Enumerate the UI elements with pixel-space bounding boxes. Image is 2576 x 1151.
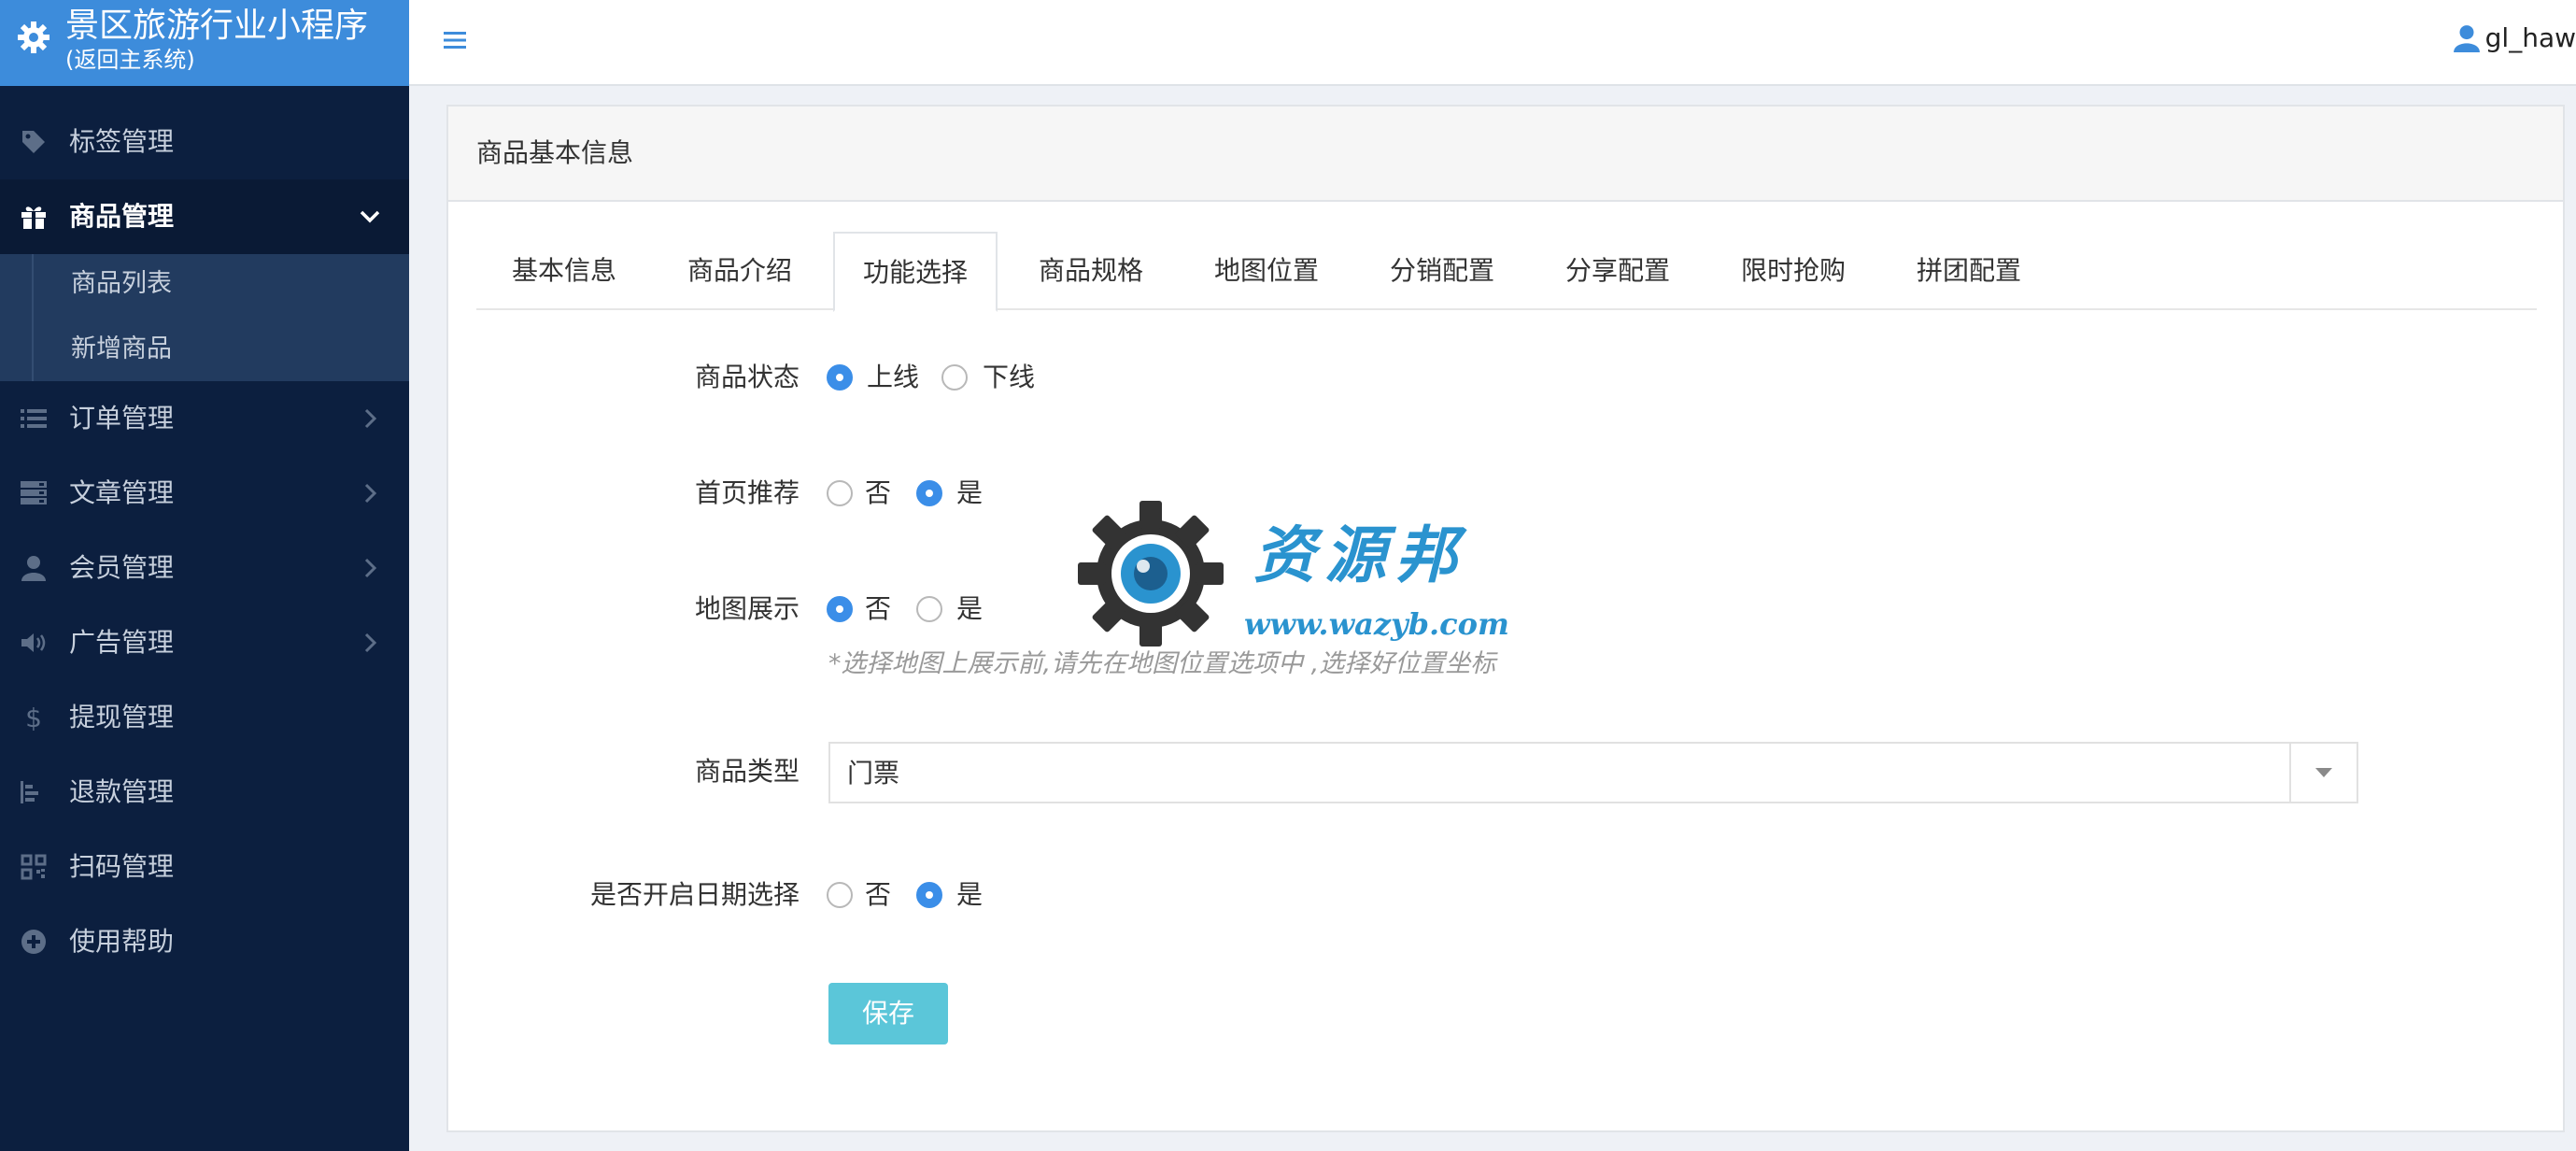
status-offline-radio[interactable] — [941, 364, 968, 391]
submenu-line — [32, 254, 34, 381]
sidebar-item-withdraw[interactable]: $ 提现管理 — [0, 680, 409, 755]
sidebar-item-ads[interactable]: 广告管理 — [0, 605, 409, 680]
map-display-yes-label[interactable]: 是 — [956, 592, 983, 626]
user-menu[interactable]: gl_haw — [2453, 22, 2576, 53]
sidebar-item-articles[interactable]: 文章管理 — [0, 456, 409, 531]
date-select-no-radio[interactable] — [827, 882, 853, 908]
plus-circle-icon — [19, 927, 49, 957]
chevron-down-icon — [360, 210, 380, 223]
brand-header[interactable]: 景区旅游行业小程序 (返回主系统) — [0, 0, 409, 86]
chevron-right-icon — [364, 483, 377, 504]
sidebar-item-help[interactable]: 使用帮助 — [0, 904, 409, 979]
map-display-no-label[interactable]: 否 — [865, 592, 891, 626]
sidebar-item-label: 标签管理 — [69, 126, 175, 157]
sidebar-item-label: 广告管理 — [69, 627, 175, 658]
brand-subtitle-link[interactable]: (返回主系统) — [65, 47, 195, 73]
gift-icon — [19, 202, 49, 232]
watermark-text: 资源邦 — [1253, 519, 1466, 591]
sidebar-item-products[interactable]: 商品管理 — [0, 179, 409, 254]
user-icon — [2453, 24, 2480, 52]
product-type-value: 门票 — [847, 758, 900, 789]
sidebar-item-members[interactable]: 会员管理 — [0, 531, 409, 605]
product-type-label: 商品类型 — [695, 756, 800, 787]
map-display-hint: *选择地图上展示前,请先在地图位置选项中 ,选择好位置坐标 — [828, 649, 1496, 678]
map-display-yes-radio[interactable] — [916, 596, 942, 622]
tab-map-location[interactable]: 地图位置 — [1179, 232, 1354, 310]
server-icon — [19, 478, 49, 508]
volume-icon — [19, 628, 49, 658]
tab-product-spec[interactable]: 商品规格 — [1003, 232, 1179, 310]
date-select-no-label[interactable]: 否 — [865, 878, 891, 912]
status-online-radio[interactable] — [827, 364, 853, 391]
tab-basic-info[interactable]: 基本信息 — [476, 232, 652, 310]
watermark-gear-icon — [1078, 501, 1224, 647]
tag-icon — [19, 127, 49, 157]
chevron-right-icon — [364, 408, 377, 429]
tab-product-intro[interactable]: 商品介绍 — [652, 232, 828, 310]
status-online-label[interactable]: 上线 — [867, 361, 919, 394]
sidebar-item-label: 使用帮助 — [69, 926, 175, 957]
submenu-item-add-product[interactable]: 新增商品 — [71, 333, 172, 366]
watermark-url: www.wazyb.com — [1244, 606, 1509, 642]
chevron-right-icon — [364, 558, 377, 578]
date-select-yes-label[interactable]: 是 — [956, 878, 983, 912]
home-recommend-no-label[interactable]: 否 — [865, 476, 891, 510]
map-display-no-radio[interactable] — [827, 596, 853, 622]
sidebar-item-label: 商品管理 — [69, 201, 175, 232]
status-offline-label[interactable]: 下线 — [983, 361, 1035, 394]
sidebar-item-label: 文章管理 — [69, 477, 175, 508]
sidebar: 景区旅游行业小程序 (返回主系统) 标签管理 商品管理 商品列表 新增商品 订单… — [0, 0, 409, 1151]
sidebar-item-label: 扫码管理 — [69, 851, 175, 882]
sidebar-item-scan[interactable]: 扫码管理 — [0, 830, 409, 904]
caret-down-icon — [2315, 768, 2332, 777]
save-button[interactable]: 保存 — [828, 983, 948, 1044]
tab-group-buy[interactable]: 拼团配置 — [1881, 232, 2057, 310]
home-recommend-label: 首页推荐 — [695, 477, 800, 508]
product-type-select[interactable]: 门票 — [828, 742, 2358, 803]
sidebar-item-label: 提现管理 — [69, 702, 175, 732]
qrcode-icon — [19, 852, 49, 882]
top-bar: gl_haw — [409, 0, 2576, 86]
date-select-yes-radio[interactable] — [916, 882, 942, 908]
sidebar-item-label: 退款管理 — [69, 776, 175, 807]
status-label: 商品状态 — [695, 362, 800, 392]
products-submenu: 商品列表 新增商品 — [0, 254, 409, 381]
sidebar-item-label: 会员管理 — [69, 552, 175, 583]
tab-share[interactable]: 分享配置 — [1530, 232, 1706, 310]
tab-flash-sale[interactable]: 限时抢购 — [1706, 232, 1881, 310]
dollar-icon: $ — [19, 703, 49, 732]
home-recommend-no-radio[interactable] — [827, 480, 853, 506]
panel-title: 商品基本信息 — [476, 137, 634, 168]
home-recommend-yes-label[interactable]: 是 — [956, 476, 983, 510]
tab-bar: 基本信息 商品介绍 功能选择 商品规格 地图位置 分销配置 分享配置 限时抢购 … — [476, 232, 2537, 312]
sidebar-item-label: 订单管理 — [69, 403, 175, 433]
home-recommend-yes-radio[interactable] — [916, 480, 942, 506]
select-toggle[interactable] — [2289, 744, 2357, 802]
panel-header: 商品基本信息 — [448, 107, 2563, 202]
sidebar-item-refunds[interactable]: 退款管理 — [0, 755, 409, 830]
bars-icon[interactable] — [443, 28, 467, 52]
map-display-label: 地图展示 — [695, 593, 800, 624]
brand-title[interactable]: 景区旅游行业小程序 — [65, 7, 368, 45]
bar-chart-icon — [19, 777, 49, 807]
list-icon — [19, 404, 49, 433]
sidebar-item-tags[interactable]: 标签管理 — [0, 105, 409, 179]
submenu-item-product-list[interactable]: 商品列表 — [71, 267, 172, 301]
gear-icon — [18, 21, 50, 53]
chevron-right-icon — [364, 632, 377, 653]
date-select-label: 是否开启日期选择 — [590, 879, 800, 910]
svg-text:$: $ — [25, 703, 42, 732]
user-icon — [19, 553, 49, 583]
sidebar-item-orders[interactable]: 订单管理 — [0, 381, 409, 456]
tab-function-select[interactable]: 功能选择 — [833, 232, 998, 312]
tab-distribution[interactable]: 分销配置 — [1354, 232, 1530, 310]
username: gl_haw — [2484, 22, 2576, 53]
